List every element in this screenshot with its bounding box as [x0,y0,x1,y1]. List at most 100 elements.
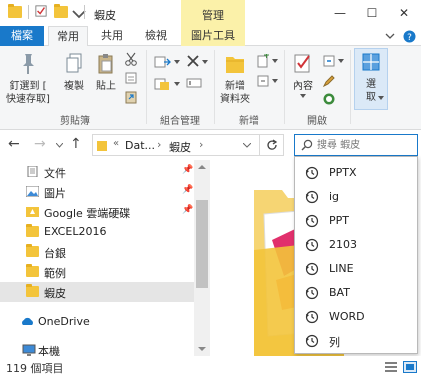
dropdown-arrow-icon[interactable] [338,59,344,63]
nav-item-label: Google 雲端硬碟 [44,207,131,220]
new-folder-icon[interactable] [54,4,68,18]
folder-icon [26,284,39,297]
nav-item-examples[interactable]: 範例 [0,262,194,282]
dropdown-arrow-icon[interactable] [300,94,306,98]
search-box[interactable] [294,134,418,156]
search-suggestion[interactable]: PPT [295,209,417,233]
tab-home[interactable]: 常用 [48,26,88,47]
navigation-scrollbar[interactable] [194,160,210,356]
suggestion-text: 2103 [329,238,357,251]
easy-access-icon[interactable] [256,74,270,88]
history-clock-icon [305,310,319,324]
paste-button[interactable]: 貼上 [92,52,120,93]
dropdown-arrow-icon[interactable] [272,59,278,63]
context-tab-group-label: 管理 [202,9,224,22]
tab-picture-tools[interactable]: 圖片工具 [181,26,245,46]
scroll-up-icon[interactable] [198,164,206,170]
pin-icon[interactable]: 📌 [182,185,193,195]
divider [284,50,285,124]
copy-to-icon[interactable] [154,76,172,92]
dropdown-arrow-icon[interactable] [174,60,180,64]
rename-icon[interactable] [186,76,202,90]
breadcrumb-segment[interactable]: Dat... [125,139,155,152]
search-suggestion[interactable]: ig [295,185,417,209]
nav-item-label: EXCEL2016 [44,225,107,238]
organize-group-label: 組合管理 [160,116,200,127]
search-suggestion[interactable]: 列 [295,329,417,353]
folder-icon [26,224,39,237]
breadcrumb-separator[interactable]: › [157,138,161,151]
divider [146,50,147,124]
scrollbar-thumb[interactable] [196,200,208,288]
refresh-button[interactable] [260,134,284,156]
up-arrow-icon[interactable]: ↑ [70,136,82,152]
tab-file[interactable]: 檔案 [0,26,44,46]
pin-icon[interactable]: 📌 [182,205,193,215]
breadcrumb-segment-current[interactable]: 蝦皮 [169,139,191,155]
search-icon [301,139,313,151]
nav-item-google-drive[interactable]: Google 雲端硬碟 📌 [0,202,194,222]
nav-item-excel2016[interactable]: EXCEL2016 [0,222,194,242]
svg-text:?: ? [407,33,412,43]
forward-arrow-icon[interactable]: → [34,136,46,152]
dropdown-arrow-icon[interactable] [272,79,278,83]
nav-item-pictures[interactable]: 圖片 📌 [0,182,194,202]
overflow-chevron[interactable]: « [113,138,119,149]
large-icons-view-icon[interactable] [403,361,417,373]
divider [28,5,29,19]
search-input[interactable] [317,138,415,153]
details-view-icon[interactable] [384,361,398,373]
new-item-icon[interactable] [256,54,270,68]
properties-button[interactable]: 內容 [288,52,318,93]
dropdown-arrow-icon[interactable] [378,96,384,100]
search-suggestion[interactable]: WORD [295,305,417,329]
nav-item-bank[interactable]: 台銀 [0,242,194,262]
window-title: 蝦皮 [94,9,116,22]
back-arrow-icon[interactable]: ← [8,136,20,152]
properties-check-icon[interactable] [34,5,48,17]
dropdown-arrow-icon[interactable] [202,60,208,64]
delete-icon[interactable] [186,54,200,68]
paste-shortcut-icon[interactable] [124,90,138,104]
nav-item-documents[interactable]: 文件 📌 [0,162,194,182]
divider [84,5,85,19]
search-suggestion[interactable]: LINE [295,257,417,281]
recent-locations-icon[interactable] [56,143,63,148]
pin-icon[interactable]: 📌 [182,165,193,175]
tab-view[interactable]: 檢視 [136,26,176,46]
address-history-icon[interactable] [243,143,251,148]
chevron-down-icon[interactable] [385,33,395,40]
edit-icon[interactable] [322,74,336,88]
address-bar[interactable]: « Dat... › 蝦皮 › [92,134,260,156]
pin-to-quick-access-button[interactable]: 釘選到 [ 快速存取] [4,52,52,106]
suggestion-text: PPTX [329,166,357,179]
tab-share[interactable]: 共用 [92,26,132,46]
dropdown-arrow-icon[interactable] [174,82,180,86]
paste-icon [98,54,113,74]
item-count: 119 個項目 [6,362,64,375]
history-icon[interactable] [322,92,336,106]
move-to-icon[interactable] [154,54,172,70]
breadcrumb-separator[interactable]: › [199,138,203,151]
close-button[interactable]: ✕ [390,0,418,26]
nav-item-onedrive[interactable]: OneDrive [0,312,194,332]
maximize-button[interactable]: ☐ [358,0,386,26]
folder-icon [26,244,39,257]
search-suggestion[interactable]: 2103 [295,233,417,257]
copy-button[interactable]: 複製 [58,52,90,93]
scroll-down-icon[interactable] [198,346,206,352]
history-clock-icon [305,166,319,180]
history-clock-icon [305,262,319,276]
search-suggestion[interactable]: PPTX [295,161,417,185]
folder-icon [8,4,22,18]
cut-icon[interactable] [124,52,138,66]
minimize-button[interactable]: — [326,0,354,26]
refresh-icon [266,139,277,150]
suggestion-text: 列 [329,336,340,349]
help-icon[interactable]: ? [403,30,416,43]
search-suggestion[interactable]: BAT [295,281,417,305]
new-folder-button[interactable]: 新增 資料夾 [216,52,254,106]
nav-item-shopee[interactable]: 蝦皮 [0,282,194,302]
open-icon[interactable] [322,54,336,68]
copy-path-icon[interactable] [124,71,138,85]
